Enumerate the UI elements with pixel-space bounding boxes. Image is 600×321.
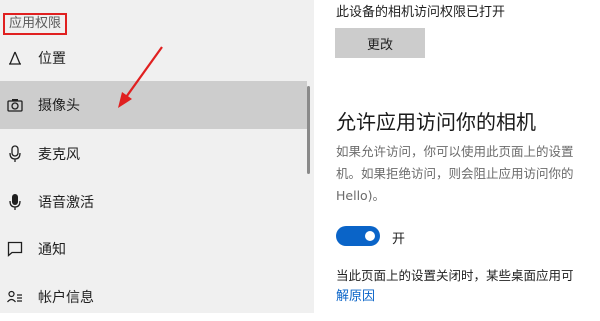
annotation-arrow-icon bbox=[118, 46, 163, 108]
sidebar: 应用权限 位置 摄像头 麦克风 语音激活 通知 帐户信息 bbox=[0, 0, 314, 313]
description: 如果允许访问，你可以使用此页面上的设置 机。如果拒绝访问，则会阻止应用访问你的 … bbox=[336, 141, 600, 207]
learn-more-link[interactable]: 解原因 bbox=[336, 285, 375, 304]
microphone-icon bbox=[6, 145, 24, 163]
sidebar-item-account-info[interactable]: 帐户信息 bbox=[0, 273, 307, 321]
page-heading: 允许应用访问你的相机 bbox=[336, 110, 536, 134]
voice-activation-icon bbox=[6, 193, 24, 211]
sidebar-item-voice-activation[interactable]: 语音激活 bbox=[0, 178, 307, 226]
main-content: 此设备的相机访问权限已打开 更改 允许应用访问你的相机 如果允许访问，你可以使用… bbox=[314, 0, 600, 313]
camera-icon bbox=[6, 96, 24, 114]
description-line: 机。如果拒绝访问，则会阻止应用访问你的 bbox=[336, 166, 574, 181]
sidebar-item-label: 语音激活 bbox=[38, 195, 94, 211]
sidebar-item-label: 帐户信息 bbox=[38, 290, 94, 306]
camera-access-toggle[interactable] bbox=[336, 226, 380, 246]
sidebar-item-label: 麦克风 bbox=[38, 147, 80, 163]
description-line: 如果允许访问，你可以使用此页面上的设置 bbox=[336, 144, 574, 159]
sidebar-scrollbar[interactable] bbox=[307, 86, 310, 174]
sidebar-item-microphone[interactable]: 麦克风 bbox=[0, 130, 307, 178]
sidebar-item-label: 位置 bbox=[38, 51, 66, 67]
section-label-app-permissions: 应用权限 bbox=[3, 13, 68, 35]
notification-icon bbox=[6, 240, 24, 258]
desktop-apps-note: 当此页面上的设置关闭时，某些桌面应用可 bbox=[336, 268, 574, 283]
toggle-state-label: 开 bbox=[392, 232, 406, 247]
change-button[interactable]: 更改 bbox=[335, 28, 425, 58]
account-info-icon bbox=[6, 288, 24, 306]
toggle-knob bbox=[365, 231, 375, 241]
location-icon bbox=[6, 49, 24, 67]
description-line: Hello)。 bbox=[336, 188, 386, 203]
sidebar-item-notifications[interactable]: 通知 bbox=[0, 225, 307, 273]
sidebar-item-label: 通知 bbox=[38, 242, 66, 258]
sidebar-item-label: 摄像头 bbox=[38, 98, 80, 114]
camera-access-status: 此设备的相机访问权限已打开 bbox=[336, 5, 506, 20]
